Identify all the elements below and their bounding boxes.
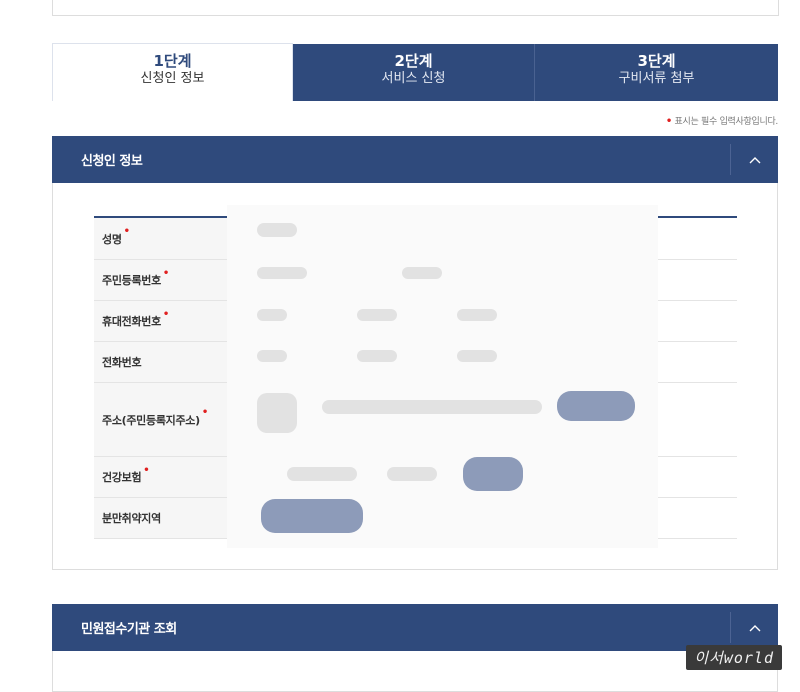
- chevron-up-icon: [749, 156, 760, 163]
- applicant-section-toggle[interactable]: [730, 144, 778, 175]
- blurred-mobile-input-1[interactable]: [257, 309, 287, 321]
- blurred-mobile-input-3[interactable]: [457, 309, 497, 321]
- form-label-address: 주소(주민등록지주소) •: [94, 383, 228, 456]
- form-label-phone: 전화번호: [94, 342, 228, 382]
- form-label-phone-text: 전화번호: [102, 356, 142, 369]
- step-2[interactable]: 2단계 서비스 신청: [293, 44, 535, 101]
- required-marker: •: [143, 464, 150, 476]
- blurred-input-area: [227, 205, 658, 548]
- office-lookup-section-toggle[interactable]: [730, 612, 778, 643]
- required-marker: •: [162, 308, 170, 320]
- form-label-health-insurance: 건강보험 •: [94, 457, 228, 497]
- required-marker: •: [201, 407, 208, 418]
- step-3-number: 3단계: [637, 52, 676, 70]
- blurred-resident-number-input-2[interactable]: [402, 267, 442, 279]
- blurred-mobile-input-2[interactable]: [357, 309, 397, 321]
- blurred-address-search-button[interactable]: [557, 391, 635, 421]
- required-note: • 표시는 필수 입력사항입니다.: [666, 114, 778, 127]
- office-lookup-section-panel: [52, 651, 778, 692]
- form-label-resident-number-text: 주민등록번호: [102, 274, 161, 287]
- form-label-name: 성명 •: [94, 218, 228, 259]
- form-label-mobile-text: 휴대전화번호: [102, 315, 161, 328]
- step-2-title: 서비스 신청: [381, 71, 446, 86]
- blurred-resident-number-input[interactable]: [257, 267, 307, 279]
- applicant-section-title: 신청인 정보: [81, 154, 143, 169]
- blurred-address-input[interactable]: [322, 400, 542, 414]
- required-marker: •: [162, 267, 170, 279]
- step-1-title: 신청인 정보: [140, 71, 205, 86]
- form-label-health-insurance-text: 건강보험: [102, 471, 142, 484]
- blurred-area-lookup-button[interactable]: [261, 499, 363, 533]
- required-note-text: 표시는 필수 입력사항입니다.: [674, 117, 779, 127]
- step-indicator: 1단계 신청인 정보 2단계 서비스 신청 3단계 구비서류 첨부: [52, 43, 778, 101]
- blurred-insurance-option-2[interactable]: [387, 467, 437, 481]
- step-3[interactable]: 3단계 구비서류 첨부: [535, 44, 778, 101]
- chevron-up-icon: [749, 624, 760, 631]
- form-label-address-text: 주소(주민등록지주소): [102, 413, 200, 427]
- step-1[interactable]: 1단계 신청인 정보: [52, 43, 293, 101]
- step-2-number: 2단계: [394, 52, 433, 70]
- form-label-resident-number: 주민등록번호 •: [94, 260, 228, 300]
- form-label-mobile: 휴대전화번호 •: [94, 301, 228, 341]
- top-content-box: [52, 0, 779, 16]
- blurred-phone-input-2[interactable]: [357, 350, 397, 362]
- required-marker: •: [123, 226, 130, 237]
- blurred-phone-input-1[interactable]: [257, 350, 287, 362]
- applicant-section-header: 신청인 정보: [52, 136, 778, 183]
- watermark: 이서world: [686, 645, 782, 670]
- blurred-phone-input-3[interactable]: [457, 350, 497, 362]
- office-lookup-section-header: 민원접수기관 조회: [52, 604, 778, 651]
- form-label-delivery-vulnerable-area: 분만취약지역: [94, 498, 228, 538]
- required-marker: •: [665, 116, 672, 127]
- blurred-insurance-option-1[interactable]: [287, 467, 357, 481]
- blurred-insurance-button[interactable]: [463, 457, 523, 491]
- step-1-number: 1단계: [153, 52, 192, 70]
- form-label-name-text: 성명: [102, 232, 122, 246]
- blurred-zipcode-input[interactable]: [257, 393, 297, 433]
- step-3-title: 구비서류 첨부: [618, 71, 695, 86]
- office-lookup-section-title: 민원접수기관 조회: [81, 622, 177, 637]
- form-label-delivery-vulnerable-area-text: 분만취약지역: [102, 512, 161, 525]
- blurred-name-input[interactable]: [257, 223, 297, 237]
